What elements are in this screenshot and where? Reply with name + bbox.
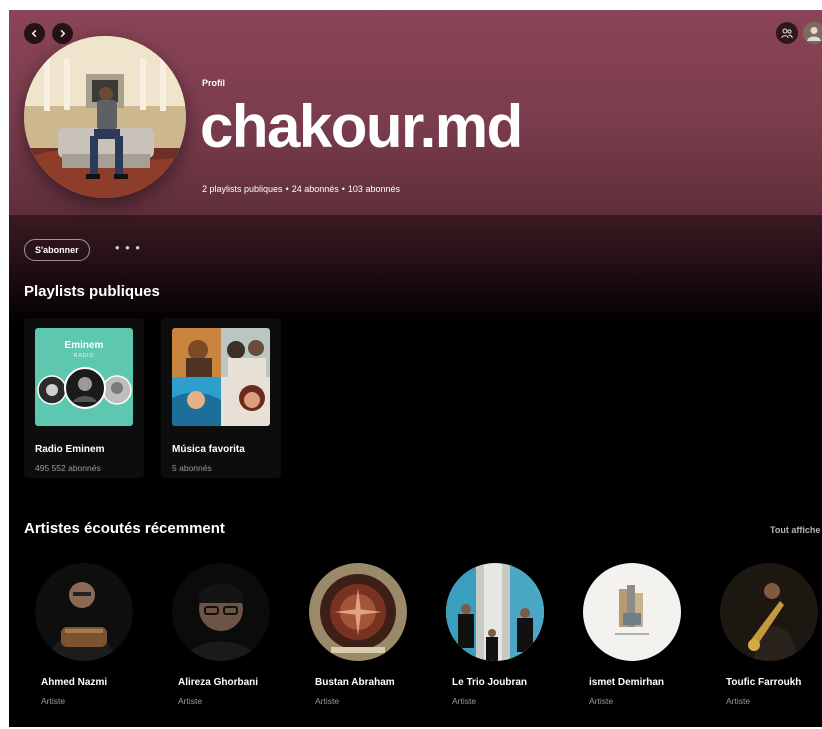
artist-name: Alireza Ghorbani bbox=[178, 677, 259, 688]
artist-card[interactable]: Toufic Farroukh Artiste bbox=[709, 563, 822, 723]
artists-section-title: Artistes écoutés récemment bbox=[24, 520, 225, 537]
playlist-title: Radio Eminem bbox=[35, 444, 105, 455]
artist-role: Artiste bbox=[589, 696, 614, 706]
profile-avatar bbox=[24, 36, 186, 198]
profile-kicker: Profil bbox=[202, 78, 226, 88]
friend-activity-icon bbox=[781, 28, 793, 39]
radio-artists-image bbox=[37, 367, 132, 409]
artist-card[interactable]: ismet Demirhan Artiste bbox=[572, 563, 692, 723]
artist-role: Artiste bbox=[452, 696, 477, 706]
artist-card[interactable]: Alireza Ghorbani Artiste bbox=[161, 563, 281, 723]
back-button[interactable] bbox=[24, 23, 45, 44]
artist-image bbox=[309, 563, 407, 661]
artist-image bbox=[446, 563, 544, 661]
app-window: Profil chakour.md 2 playlists publiques •… bbox=[9, 10, 822, 727]
playlist-title: Música favorita bbox=[172, 444, 245, 455]
artist-card[interactable]: Ahmed Nazmi Artiste bbox=[24, 563, 144, 723]
artist-role: Artiste bbox=[726, 696, 751, 706]
more-options-button[interactable]: • • • bbox=[115, 240, 141, 255]
playlist-cover: Eminem RADIO bbox=[35, 328, 133, 426]
user-avatar-icon bbox=[803, 22, 822, 44]
artist-card[interactable]: Bustan Abraham Artiste bbox=[298, 563, 418, 723]
profile-stats: 2 playlists publiques • 24 abonnés • 103 abo… bbox=[202, 184, 400, 194]
chevron-left-icon bbox=[31, 29, 37, 38]
following-count[interactable]: 103 abonnés bbox=[348, 184, 400, 194]
artist-image bbox=[720, 563, 818, 661]
followers-count[interactable]: 24 abonnés bbox=[292, 184, 339, 194]
chevron-right-icon bbox=[60, 29, 66, 38]
artist-name: Ahmed Nazmi bbox=[41, 677, 108, 688]
show-all-link[interactable]: Tout affiche bbox=[770, 525, 820, 535]
artist-photo bbox=[35, 563, 133, 661]
header-fade bbox=[9, 215, 822, 325]
stats-separator: • bbox=[341, 184, 345, 194]
artist-photo bbox=[446, 563, 544, 661]
playlist-card[interactable]: Eminem RADIO Radio Eminem 495 552 abonné… bbox=[24, 318, 144, 478]
artist-card[interactable]: Le Trio Joubran Artiste bbox=[435, 563, 555, 723]
profile-photo-image bbox=[24, 36, 186, 198]
user-menu-button[interactable] bbox=[803, 22, 822, 44]
artist-image bbox=[35, 563, 133, 661]
playlist-followers: 495 552 abonnés bbox=[35, 463, 101, 473]
friend-activity-button[interactable] bbox=[776, 22, 798, 44]
forward-button[interactable] bbox=[52, 23, 73, 44]
artist-image bbox=[172, 563, 270, 661]
playlist-card[interactable]: Música favorita 5 abonnés bbox=[161, 318, 281, 478]
artist-name: ismet Demirhan bbox=[589, 677, 665, 688]
artist-role: Artiste bbox=[315, 696, 340, 706]
artist-role: Artiste bbox=[41, 696, 66, 706]
artist-photo bbox=[309, 563, 407, 661]
artist-name: Le Trio Joubran bbox=[452, 677, 528, 688]
artist-role: Artiste bbox=[178, 696, 203, 706]
playlist-cover-mosaic bbox=[172, 328, 270, 426]
artist-photo bbox=[720, 563, 818, 661]
artist-name: Bustan Abraham bbox=[315, 677, 395, 688]
playlist-followers: 5 abonnés bbox=[172, 463, 212, 473]
profile-name: chakour.md bbox=[200, 93, 523, 160]
artist-photo bbox=[172, 563, 270, 661]
playlists-section-title: Playlists publiques bbox=[24, 283, 160, 300]
artist-image bbox=[583, 563, 681, 661]
artist-photo bbox=[583, 563, 681, 661]
mosaic-image bbox=[172, 328, 270, 426]
stats-separator: • bbox=[285, 184, 289, 194]
playlist-count[interactable]: 2 playlists publiques bbox=[202, 184, 283, 194]
follow-button[interactable]: S'abonner bbox=[24, 239, 90, 261]
artist-name: Toufic Farroukh bbox=[726, 677, 802, 688]
